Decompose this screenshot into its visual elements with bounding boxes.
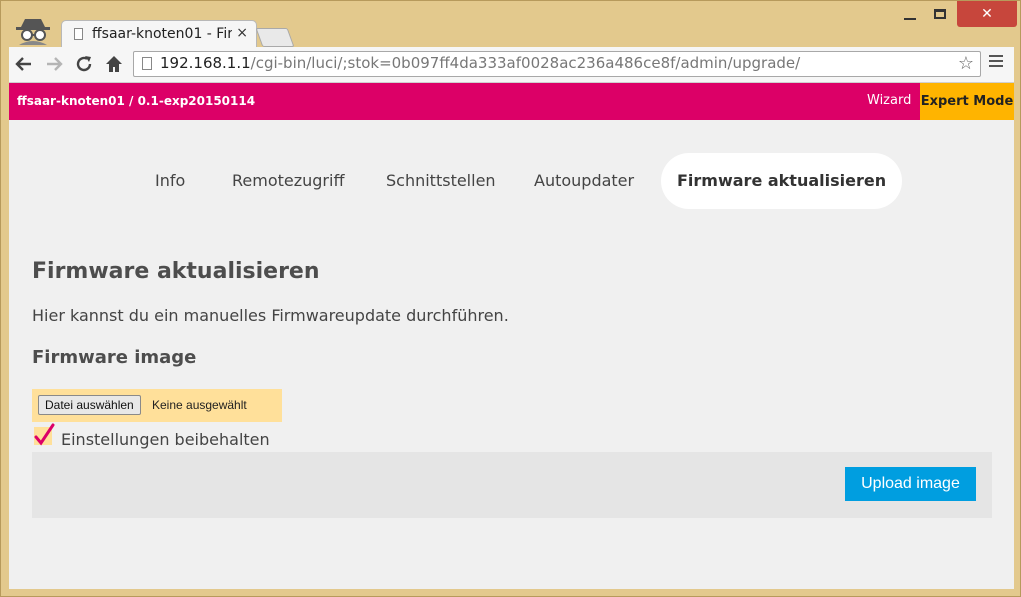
top-bar: ffsaar-knoten01 / 0.1-exp20150114 Wizard…	[9, 83, 1014, 120]
page-description: Hier kannst du ein manuelles Firmwareupd…	[32, 306, 509, 325]
tab-schnittstellen[interactable]: Schnittstellen	[386, 153, 496, 209]
file-status: Keine ausgewählt	[152, 398, 247, 412]
forward-arrow-icon[interactable]	[43, 53, 65, 75]
form-actions: Upload image	[32, 452, 992, 518]
address-bar[interactable]: 192.168.1.1/cgi-bin/luci/;stok=0b097ff4d…	[133, 51, 981, 77]
tab-title: ffsaar-knoten01 - Firmware	[92, 26, 232, 42]
file-input: Datei auswählen Keine ausgewählt	[32, 389, 282, 422]
url-host: 192.168.1.1	[160, 54, 251, 72]
tab-autoupdater[interactable]: Autoupdater	[534, 153, 634, 209]
tab-firmware-aktualisieren[interactable]: Firmware aktualisieren	[661, 153, 903, 209]
minimize-icon	[904, 18, 916, 20]
new-tab-button[interactable]	[255, 28, 295, 47]
choose-file-button[interactable]: Datei auswählen	[38, 395, 141, 415]
expert-mode-link[interactable]: Expert Mode	[920, 83, 1014, 120]
keep-settings-label[interactable]: Einstellungen beibehalten	[61, 430, 270, 449]
keep-settings-checkbox[interactable]	[32, 423, 56, 447]
browser-tab[interactable]: ffsaar-knoten01 - Firmware ×	[61, 20, 257, 48]
url-path: /cgi-bin/luci/;stok=0b097ff4da333af0028a…	[250, 54, 801, 72]
back-arrow-icon[interactable]	[13, 53, 35, 75]
browser-window: ffsaar-knoten01 - Firmware × ✕ 192.168.1…	[0, 0, 1021, 597]
page-tabs: Info Remotezugriff Schnittstellen Autoup…	[9, 153, 1014, 209]
section-heading: Firmware image	[32, 347, 197, 368]
tab-info[interactable]: Info	[155, 153, 185, 209]
node-title: ffsaar-knoten01 / 0.1-exp20150114	[17, 94, 256, 108]
tab-remotezugriff[interactable]: Remotezugriff	[232, 153, 344, 209]
page-title: Firmware aktualisieren	[32, 259, 320, 284]
minimize-button[interactable]	[896, 1, 922, 27]
close-window-button[interactable]: ✕	[957, 1, 1017, 27]
upload-image-button[interactable]: Upload image	[845, 467, 976, 501]
tab-close-icon[interactable]: ×	[236, 25, 248, 41]
page-info-icon	[142, 57, 152, 70]
incognito-icon	[16, 19, 50, 45]
wizard-link[interactable]: Wizard	[867, 93, 911, 108]
browser-toolbar: 192.168.1.1/cgi-bin/luci/;stok=0b097ff4d…	[9, 47, 1014, 83]
url-text[interactable]: 192.168.1.1/cgi-bin/luci/;stok=0b097ff4d…	[160, 54, 800, 72]
page-content: ffsaar-knoten01 / 0.1-exp20150114 Wizard…	[9, 83, 1014, 589]
bookmark-star-icon[interactable]: ☆	[958, 53, 974, 74]
maximize-button[interactable]	[925, 1, 955, 27]
home-icon[interactable]	[103, 53, 125, 75]
browser-menu-icon[interactable]	[989, 55, 1003, 70]
reload-icon[interactable]	[73, 53, 95, 75]
maximize-icon	[934, 9, 946, 19]
title-bar: ffsaar-knoten01 - Firmware × ✕	[1, 1, 1020, 48]
page-icon	[74, 28, 83, 40]
